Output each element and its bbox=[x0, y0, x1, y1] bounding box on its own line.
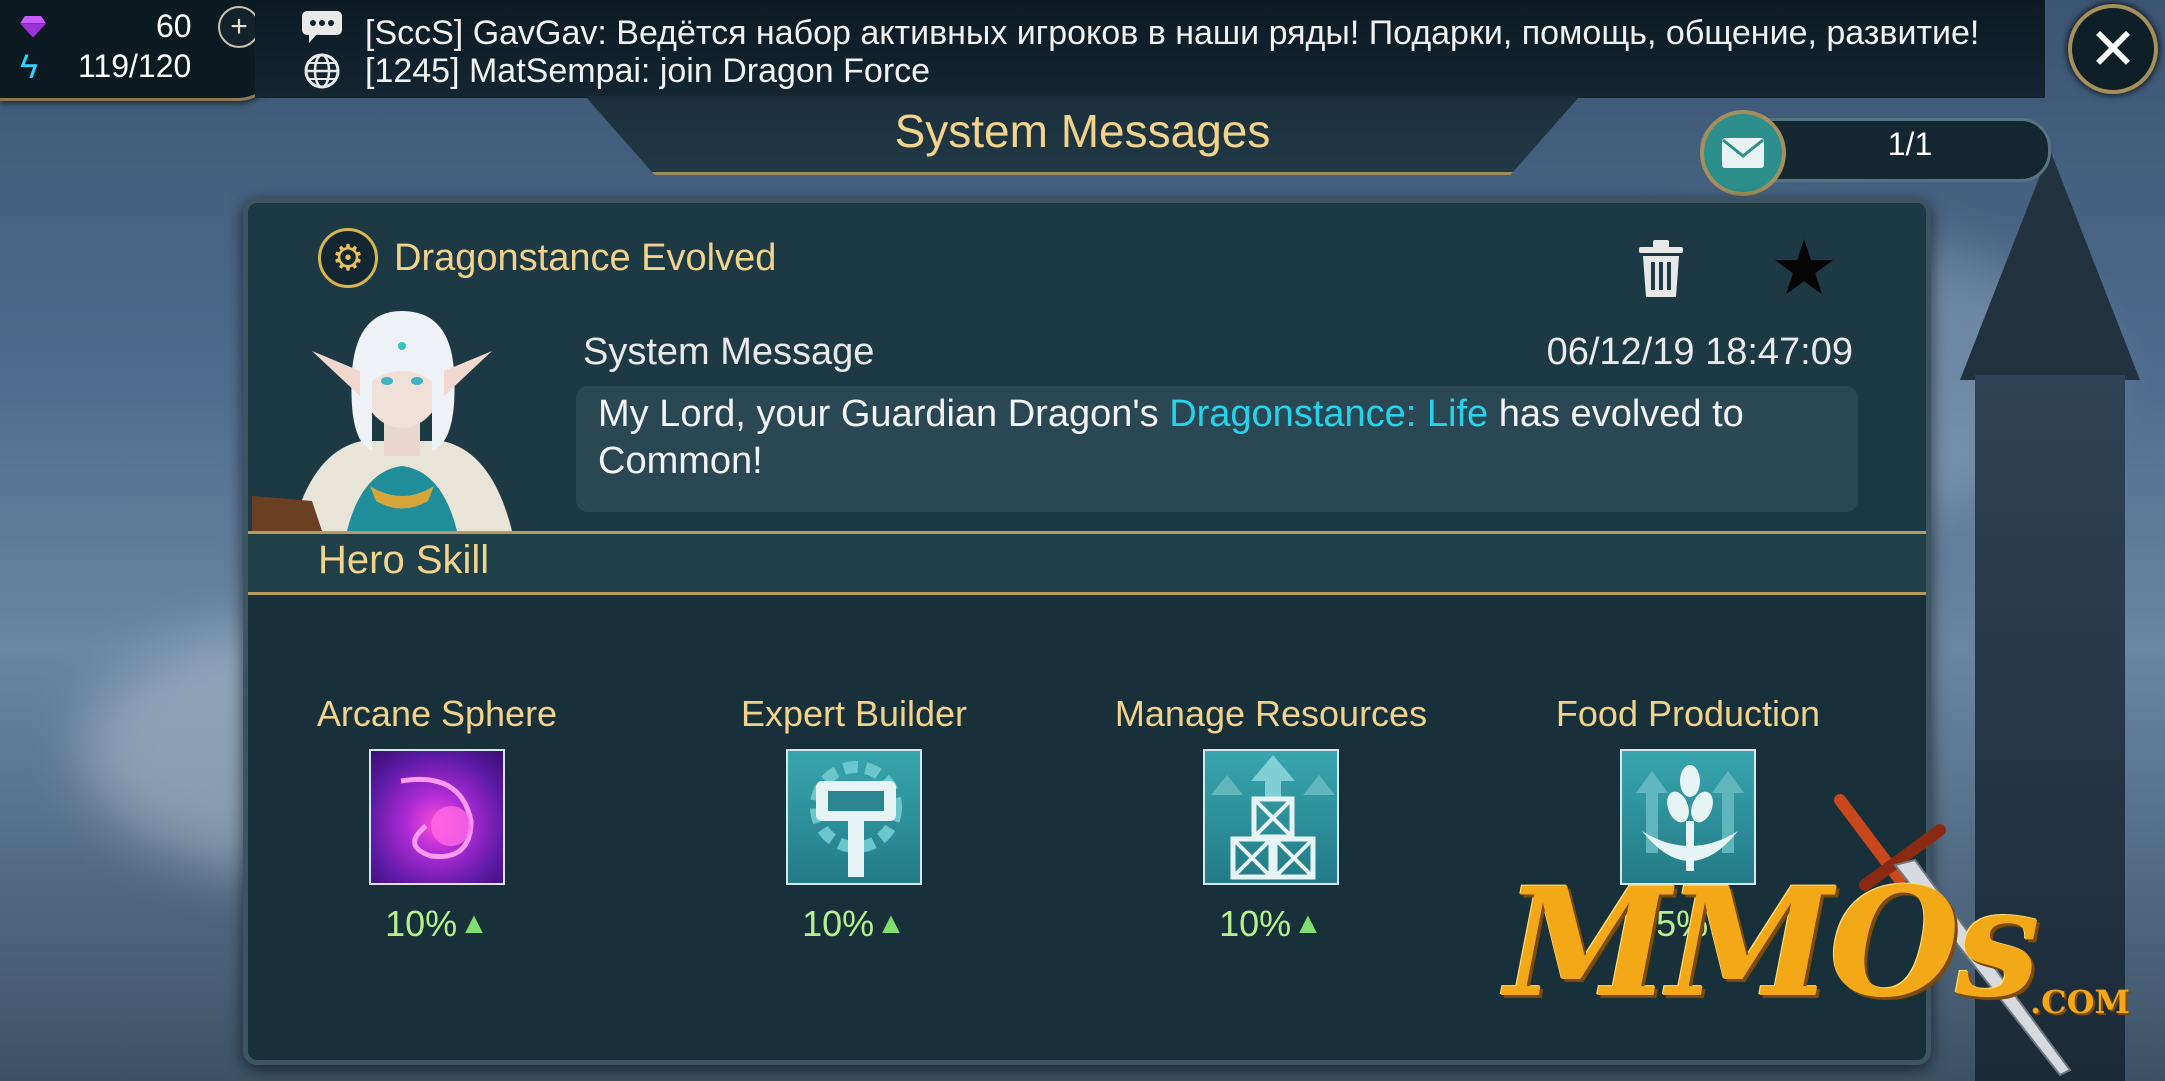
close-icon: ✕ bbox=[2088, 17, 2138, 82]
skill-manage-resources[interactable]: Manage Resources 10% ▲ bbox=[1106, 693, 1436, 945]
favorite-star-icon[interactable]: ★ bbox=[1770, 231, 1838, 307]
envelope-icon bbox=[1722, 138, 1764, 168]
message-body-prefix: My Lord, your Guardian Dragon's bbox=[598, 393, 1170, 435]
message-counter-value: 1/1 bbox=[1887, 126, 1933, 162]
skill-name: Expert Builder bbox=[740, 693, 968, 734]
close-button[interactable]: ✕ bbox=[2068, 4, 2158, 94]
skill-expert-builder[interactable]: Expert Builder 10% ▲ bbox=[689, 693, 1019, 945]
crates-icon bbox=[1203, 749, 1339, 885]
skill-bonus-value: 10% bbox=[1219, 903, 1292, 944]
skill-name: Arcane Sphere bbox=[316, 693, 558, 734]
settings-button[interactable]: ⚙ bbox=[318, 228, 378, 288]
mmos-watermark-logo: MMOs bbox=[1505, 855, 2040, 1031]
message-sender: System Message bbox=[583, 331, 875, 373]
chat-bubble-icon bbox=[302, 11, 342, 43]
arcane-sphere-icon bbox=[369, 749, 505, 885]
chat-ticker[interactable]: [SccS] GavGav: Ведётся набор активных иг… bbox=[255, 0, 2045, 98]
gem-icon bbox=[20, 16, 46, 38]
castle-tower-roof bbox=[1960, 150, 2140, 380]
message-body-highlight[interactable]: Dragonstance: Life bbox=[1169, 393, 1488, 435]
hero-portrait bbox=[252, 301, 552, 531]
skill-name: Manage Resources bbox=[1114, 693, 1428, 734]
up-arrow-icon: ▲ bbox=[1293, 907, 1323, 940]
skill-bonus-value: 10% bbox=[802, 903, 875, 944]
hero-skill-title: Hero Skill bbox=[318, 538, 490, 582]
skill-bonus-value: 10% bbox=[385, 903, 458, 944]
message-timestamp: 06/12/19 18:47:09 bbox=[1546, 331, 1853, 373]
message-body: My Lord, your Guardian Dragon's Dragonst… bbox=[598, 391, 1838, 485]
trash-icon[interactable] bbox=[1636, 239, 1686, 299]
gem-counter: 60 bbox=[20, 8, 192, 45]
gem-count: 60 bbox=[156, 8, 192, 44]
lightning-icon: ϟ bbox=[20, 47, 38, 86]
energy-count: 119/120 bbox=[78, 48, 192, 84]
resource-panel: 60 + ϟ 119/120 bbox=[0, 0, 278, 101]
chat-line-guild: [SccS] GavGav: Ведётся набор активных иг… bbox=[365, 14, 1980, 52]
mmos-watermark-suffix: .COM bbox=[2030, 983, 2130, 1021]
mail-title: Dragonstance Evolved bbox=[394, 237, 777, 279]
skill-bonus: 10% ▲ bbox=[1106, 903, 1436, 945]
hammer-icon bbox=[786, 749, 922, 885]
skill-name: Food Production bbox=[1555, 693, 1821, 734]
energy-counter: ϟ 119/120 bbox=[20, 48, 191, 85]
skill-arcane-sphere[interactable]: Arcane Sphere 10% ▲ bbox=[272, 693, 602, 945]
hero-skill-header bbox=[248, 531, 1926, 595]
add-gems-button[interactable]: + bbox=[218, 6, 260, 48]
mail-button[interactable] bbox=[1700, 110, 1786, 196]
gear-icon: ⚙ bbox=[331, 237, 365, 278]
skill-bonus: 10% ▲ bbox=[689, 903, 1019, 945]
chat-line-world: [1245] MatSempai: join Dragon Force bbox=[365, 52, 931, 90]
globe-icon bbox=[304, 53, 340, 89]
up-arrow-icon: ▲ bbox=[876, 907, 906, 940]
page-title: System Messages bbox=[894, 105, 1271, 157]
up-arrow-icon: ▲ bbox=[459, 907, 489, 940]
skill-bonus: 10% ▲ bbox=[272, 903, 602, 945]
